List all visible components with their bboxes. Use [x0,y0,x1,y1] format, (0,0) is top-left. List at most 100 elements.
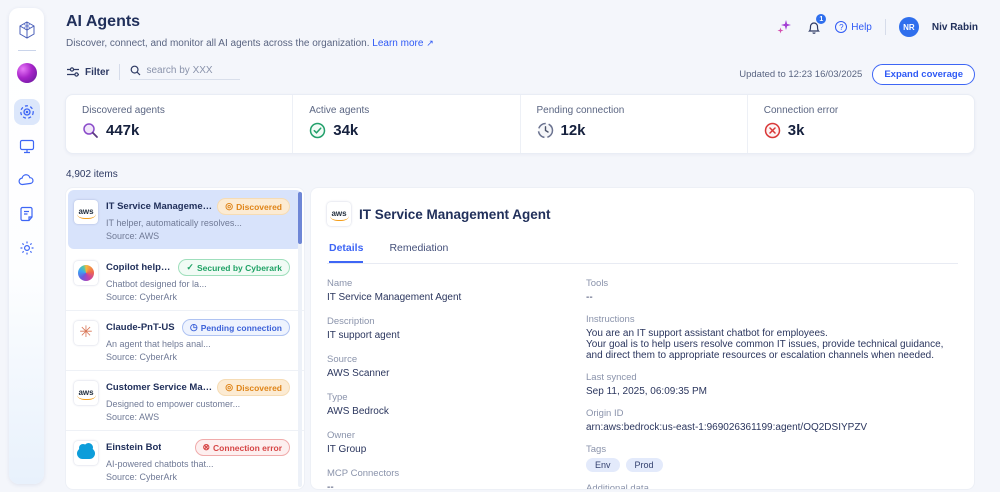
stat-label: Active agents [309,105,503,116]
filter-sliders-icon [66,66,80,78]
field-instructions: Instructions You are an IT support assis… [586,314,958,361]
notification-count-badge: 1 [816,14,826,24]
field-additional-data: Additional data -- [586,483,958,490]
field-label: Instructions [586,314,958,325]
copilot-logo [74,261,98,285]
expand-coverage-button[interactable]: Expand coverage [872,64,975,85]
field-last-synced: Last synced Sep 11, 2025, 06:09:35 PM [586,372,958,397]
field-type: Type AWS Bedrock [327,392,562,417]
check-circle-icon [309,122,326,139]
learn-more-link[interactable]: Learn more [372,38,423,49]
top-actions: 1 ? Help NR Niv Rabin [776,17,978,37]
search-box[interactable] [130,65,240,80]
agent-name: Einstein Bot [106,442,161,453]
status-badge: Secured by Cyberark [178,259,290,276]
field-value: arn:aws:bedrock:us-east-1:969026361199:a… [586,422,958,433]
updated-timestamp: Updated to 12:23 16/03/2025 [739,69,862,80]
field-value: IT Service Management Agent [327,292,562,303]
stat-label: Connection error [764,105,958,116]
user-name[interactable]: Niv Rabin [932,22,978,33]
field-value: -- [327,482,562,490]
field-value: AWS Scanner [327,368,562,379]
page-subtitle: Discover, connect, and monitor all AI ag… [66,38,434,49]
subtitle-text: Discover, connect, and monitor all AI ag… [66,38,370,49]
filter-button[interactable]: Filter [66,66,109,78]
stat-value: 3k [788,122,805,139]
help-label: Help [851,22,872,33]
stat-value: 447k [106,122,139,139]
agent-source: Source: CyberArk [106,292,290,302]
sidebar-item-discovery[interactable] [14,99,40,125]
tab-details[interactable]: Details [329,242,363,263]
field-value: -- [586,292,958,303]
detail-fields-left: Name IT Service Management Agent Descrip… [327,278,562,490]
ai-sparkle-icon[interactable] [776,19,793,35]
stat-discovered-agents: Discovered agents 447k [66,95,292,153]
agent-description: Chatbot designed for la... [106,279,290,289]
list-item-it-service-management-agent[interactable]: aws IT Service Management Agent Discover… [68,190,302,249]
status-badge: Discovered [217,379,290,396]
agent-source: Source: AWS [106,231,290,241]
filter-label: Filter [85,67,109,78]
field-label: Description [327,316,562,327]
toolbar-divider [119,64,120,80]
brand-blob-icon[interactable] [17,63,37,83]
field-owner: Owner IT Group [327,430,562,455]
agent-name: Customer Service Management Agent [106,382,213,393]
list-item-customer-service-management-agent[interactable]: aws Customer Service Management Agent Di… [66,371,304,431]
agent-name: IT Service Management Agent [106,201,213,212]
stat-label: Discovered agents [82,105,276,116]
stat-label: Pending connection [537,105,731,116]
agent-source: Source: CyberArk [106,352,290,362]
field-label: Type [327,392,562,403]
sidebar-item-notes[interactable] [17,204,37,224]
help-button[interactable]: ? Help [835,21,872,33]
notifications-bell-icon[interactable]: 1 [806,19,822,35]
aws-logo: aws [74,381,98,405]
field-name: Name IT Service Management Agent [327,278,562,303]
list-item-claude-pnt-us[interactable]: ✳ Claude-PnT-US Pending connection An ag… [66,311,304,371]
tab-remediation[interactable]: Remediation [389,242,448,263]
agent-description: Designed to empower customer... [106,399,290,409]
clock-icon [537,122,554,139]
agent-description: An agent that helps anal... [106,339,290,349]
field-label: Owner [327,430,562,441]
sidebar-item-monitor[interactable] [17,136,37,156]
status-badge: Pending connection [182,319,290,336]
sidebar-item-settings[interactable] [17,238,37,258]
field-label: Tags [586,444,958,455]
field-label: Additional data [586,483,958,490]
detail-title: IT Service Management Agent [359,207,551,222]
detail-fields-right: Tools -- Instructions You are an IT supp… [586,278,958,490]
agent-name: Copilot helper US [106,262,174,273]
list-scrollbar[interactable] [298,192,302,487]
agent-description: AI-powered chatbots that... [106,459,290,469]
agent-list: aws IT Service Management Agent Discover… [65,187,305,490]
field-value: You are an IT support assistant chatbot … [586,328,958,361]
field-tags: Tags Env Prod [586,444,958,472]
toolbar: Filter [66,64,240,80]
agent-source: Source: CyberArk [106,472,290,482]
search-input[interactable] [146,65,236,76]
field-value: IT Group [327,444,562,455]
stat-pending-connection: Pending connection 12k [520,95,747,153]
agent-name: Claude-PnT-US [106,322,175,333]
field-description: Description IT support agent [327,316,562,341]
list-item-einstein-bot[interactable]: Einstein Bot Connection error AI-powered… [66,431,304,490]
field-origin-id: Origin ID arn:aws:bedrock:us-east-1:9690… [586,408,958,433]
agent-detail-panel: aws IT Service Management Agent Details … [310,187,975,490]
scrollbar-thumb[interactable] [298,192,302,244]
status-badge: Discovered [217,198,290,215]
stat-value: 12k [561,122,586,139]
avatar[interactable]: NR [899,17,919,37]
sidebar-item-cloud[interactable] [17,170,37,190]
brand-cube-logo-icon[interactable] [17,20,37,40]
header-divider [885,19,886,35]
updated-row: Updated to 12:23 16/03/2025 Expand cover… [739,64,975,85]
list-item-copilot-helper-us[interactable]: Copilot helper US Secured by Cyberark Ch… [66,251,304,311]
field-value: Sep 11, 2025, 06:09:35 PM [586,386,958,397]
field-label: Source [327,354,562,365]
aws-logo: aws [327,202,351,226]
page-title: AI Agents [66,13,140,31]
magnifier-icon [82,122,99,139]
